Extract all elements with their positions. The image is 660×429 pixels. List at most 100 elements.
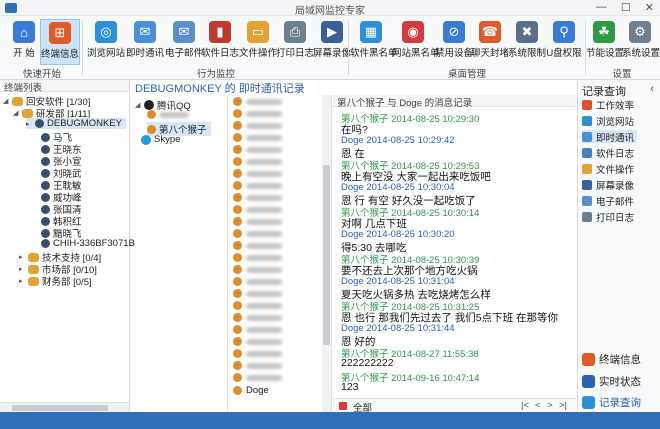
system-limit-button[interactable]: ✖ 系统限制 xyxy=(507,19,547,65)
contact-item[interactable] xyxy=(233,157,282,166)
contact-item[interactable] xyxy=(233,169,282,178)
first-page-button[interactable]: |< xyxy=(521,400,529,411)
contact-item[interactable] xyxy=(233,253,282,262)
contact-item[interactable] xyxy=(233,277,282,286)
account-skype[interactable]: Skype xyxy=(141,134,180,145)
user-icon xyxy=(233,133,242,142)
usb-permission-button[interactable]: ⚲ U盘权限 xyxy=(544,19,584,65)
user-icon xyxy=(233,181,242,190)
user-icon xyxy=(233,289,242,298)
contact-item[interactable] xyxy=(233,145,282,154)
horizontal-scrollbar[interactable] xyxy=(0,402,129,412)
user-icon xyxy=(233,169,242,178)
terminal-info-button[interactable]: ⊞ 终端信息 xyxy=(40,19,80,65)
user-icon xyxy=(233,253,242,262)
message-time: 2014-08-25 10:29:30 xyxy=(391,114,480,125)
nav-terminal-info[interactable]: 终端信息 xyxy=(582,352,641,367)
nav-realtime-status[interactable]: 实时状态 xyxy=(582,374,641,389)
maximize-icon[interactable]: ☐ xyxy=(621,1,631,14)
minimize-icon[interactable]: — xyxy=(596,1,607,14)
browse-web-button[interactable]: ◎ 浏览网站 xyxy=(86,19,126,65)
contact-item[interactable] xyxy=(233,373,282,382)
contact-item[interactable] xyxy=(233,217,282,226)
contact-item[interactable] xyxy=(233,313,282,322)
contact-item[interactable] xyxy=(233,361,282,370)
expand-icon[interactable]: ▸ xyxy=(26,120,32,128)
prev-page-button[interactable]: < xyxy=(535,400,541,411)
web-blacklist-button[interactable]: ◉ 网站黑名单 xyxy=(392,19,440,65)
expand-icon[interactable]: ▸ xyxy=(19,265,25,273)
web-blacklist-icon: ◉ xyxy=(402,21,424,43)
contact-item[interactable] xyxy=(233,121,282,130)
disable-device-button[interactable]: ⊘ 禁用设备 xyxy=(434,19,474,65)
group-icon xyxy=(22,108,33,118)
last-page-button[interactable]: >| xyxy=(559,400,567,411)
user-icon xyxy=(41,192,50,202)
tree-terminal[interactable]: CHIH-336BF3071B xyxy=(32,238,135,249)
message-time: 2014-08-25 10:29:42 xyxy=(366,134,455,146)
contact-item[interactable] xyxy=(233,181,282,190)
usb-icon: ⚲ xyxy=(553,21,575,43)
contact-item[interactable] xyxy=(233,229,282,238)
user-icon xyxy=(233,217,242,226)
close-icon[interactable]: ✕ xyxy=(645,1,654,14)
expand-icon[interactable]: ▸ xyxy=(19,253,25,261)
contact-scrollbar[interactable] xyxy=(322,95,331,412)
software-log-icon: ▮ xyxy=(209,21,231,43)
query-im[interactable]: 即时通讯 xyxy=(582,130,638,144)
expand-icon[interactable]: ◢ xyxy=(135,101,141,109)
contact-item-doge[interactable]: Doge xyxy=(233,385,269,396)
screen-record-button[interactable]: ▶ 屏幕录像 xyxy=(312,19,352,65)
query-efficiency[interactable]: 工作效率 xyxy=(582,98,637,112)
query-screen-record[interactable]: 屏幕录像 xyxy=(582,178,637,192)
contact-item[interactable] xyxy=(233,265,282,274)
terminal-list-header: 终端列表 xyxy=(0,80,129,94)
chat-block-button[interactable]: ☎ 聊天封堵 xyxy=(470,19,510,65)
folder-icon xyxy=(582,163,592,174)
contact-item[interactable] xyxy=(233,301,282,310)
query-software-log[interactable]: 软件日志 xyxy=(582,146,637,160)
nav-record-query[interactable]: 记录查询 xyxy=(582,395,641,410)
contact-item[interactable] xyxy=(233,337,282,346)
file-ops-button[interactable]: ▭ 文件操作 xyxy=(238,19,278,65)
app-blacklist-button[interactable]: ▦ 软件黑名单 xyxy=(350,19,398,65)
query-email[interactable]: 电子邮件 xyxy=(582,194,637,208)
collapse-icon[interactable]: ‹ xyxy=(650,83,654,95)
tree-terminal[interactable]: ▸ DEBUGMONKEY xyxy=(26,118,126,129)
tree-group-finance[interactable]: ▸ 财务部 [0/5] xyxy=(19,274,92,288)
contact-item[interactable] xyxy=(233,241,282,250)
contact-item[interactable] xyxy=(233,325,282,334)
contact-item[interactable] xyxy=(233,97,282,106)
email-button[interactable]: ✉ 电子邮件 xyxy=(164,19,204,65)
message-meta: 第八个猴子 2014-09-16 10:47:14 xyxy=(341,370,479,384)
next-page-button[interactable]: > xyxy=(547,400,553,411)
expand-icon[interactable]: ◢ xyxy=(13,109,19,117)
system-settings-button[interactable]: ⚙ 系统设置 xyxy=(622,19,660,65)
message-text: 222222222 xyxy=(341,357,394,369)
contact-item[interactable] xyxy=(233,289,282,298)
user-icon xyxy=(41,216,50,226)
expand-icon[interactable]: ◢ xyxy=(3,97,9,105)
im-button[interactable]: ✉ 即时通讯 xyxy=(125,19,165,65)
user-icon xyxy=(147,124,156,134)
home-icon: ⌂ xyxy=(13,21,35,43)
print-log-button[interactable]: ⎙ 打印日志 xyxy=(275,19,315,65)
query-print-log[interactable]: 打印日志 xyxy=(582,210,637,224)
account-item[interactable] xyxy=(147,110,189,119)
mail-icon: ✉ xyxy=(173,21,195,43)
start-button[interactable]: ⌂ 开 始 xyxy=(4,19,44,65)
contact-item[interactable] xyxy=(233,133,282,142)
message-time: 2014-08-25 10:30:04 xyxy=(366,181,455,193)
chat-icon: ✉ xyxy=(134,21,156,43)
contact-item[interactable] xyxy=(233,349,282,358)
contact-item[interactable] xyxy=(233,205,282,214)
query-file-ops[interactable]: 文件操作 xyxy=(582,162,637,176)
energy-settings-button[interactable]: ☘ 节能设置 xyxy=(586,19,624,65)
user-icon xyxy=(41,132,50,142)
contact-item[interactable] xyxy=(233,109,282,118)
query-browse[interactable]: 浏览网站 xyxy=(582,114,637,128)
software-log-button[interactable]: ▮ 软件日志 xyxy=(200,19,240,65)
efficiency-icon xyxy=(582,99,592,110)
expand-icon[interactable]: ▸ xyxy=(19,277,25,285)
contact-item[interactable] xyxy=(233,193,282,202)
